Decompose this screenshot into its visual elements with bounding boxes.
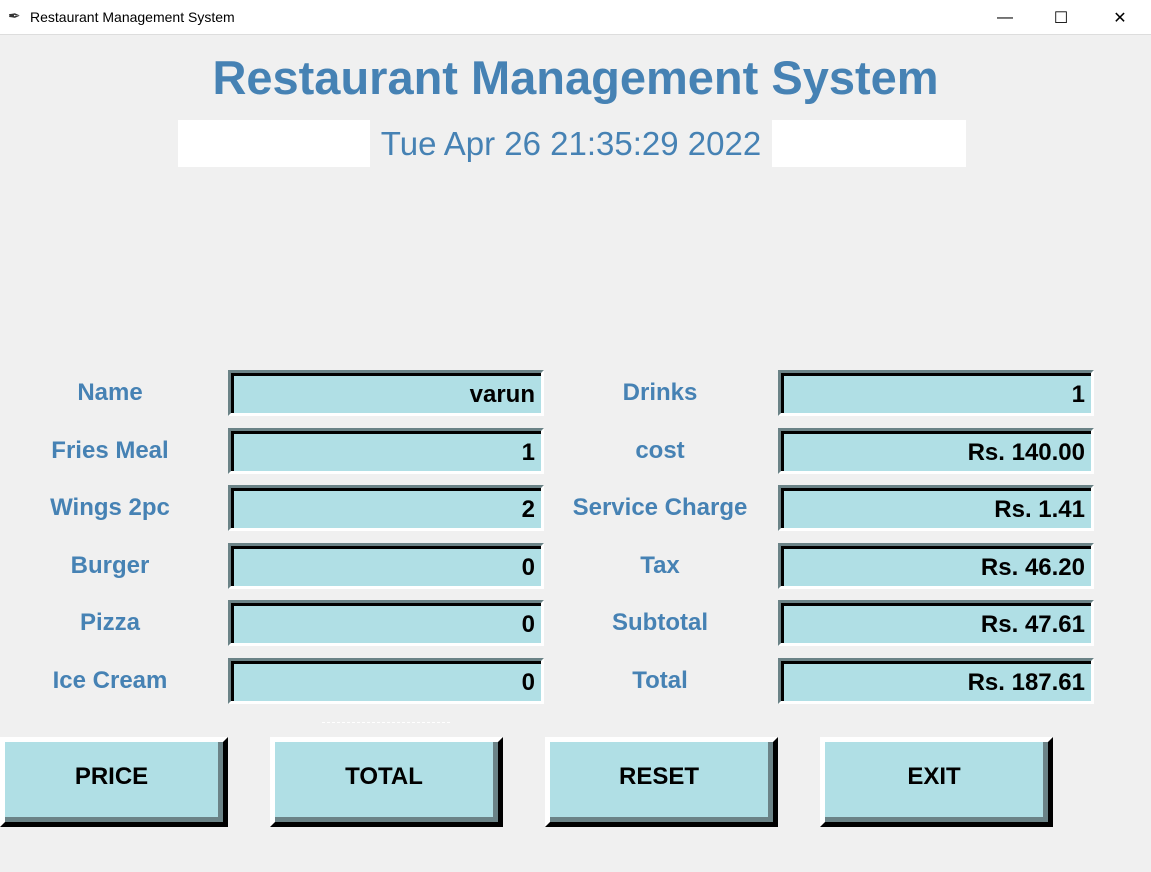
tax-input[interactable]: Rs. 46.20	[778, 543, 1094, 589]
name-label: Name	[77, 379, 143, 406]
total-value: Rs. 187.61	[781, 661, 1091, 701]
subtotal-label: Subtotal	[612, 609, 708, 636]
total-button[interactable]: TOTAL	[270, 737, 503, 827]
datetime-label: Tue Apr 26 21:35:29 2022	[380, 125, 762, 162]
service-charge-value: Rs. 1.41	[781, 488, 1091, 528]
maximize-button[interactable]: ☐	[1038, 0, 1084, 35]
wings-2pc-label: Wings 2pc	[50, 494, 170, 521]
page-title: Restaurant Management System	[212, 51, 939, 104]
close-button[interactable]: ✕	[1097, 0, 1143, 35]
total-label: Total	[632, 667, 688, 694]
title-bar: ✒ Restaurant Management System — ☐ ✕	[0, 0, 1151, 35]
service-charge-input[interactable]: Rs. 1.41	[778, 485, 1094, 531]
wings-2pc-input[interactable]: 2	[228, 485, 544, 531]
burger-value: 0	[231, 546, 541, 586]
fries-meal-label: Fries Meal	[51, 437, 169, 464]
cost-input[interactable]: Rs. 140.00	[778, 428, 1094, 474]
total-input[interactable]: Rs. 187.61	[778, 658, 1094, 704]
tax-value: Rs. 46.20	[781, 546, 1091, 586]
tax-label: Tax	[640, 552, 680, 579]
subtotal-value: Rs. 47.61	[781, 603, 1091, 643]
reset-button-label: RESET	[550, 742, 773, 822]
exit-button-label: EXIT	[825, 742, 1048, 822]
name-input[interactable]: varun	[228, 370, 544, 416]
feather-icon: ✒	[8, 8, 21, 25]
cost-value: Rs. 140.00	[781, 431, 1091, 471]
total-button-label: TOTAL	[275, 742, 498, 822]
minimize-button[interactable]: —	[982, 0, 1028, 35]
pizza-input[interactable]: 0	[228, 600, 544, 646]
pizza-value: 0	[231, 603, 541, 643]
ice-cream-input[interactable]: 0	[228, 658, 544, 704]
reset-button[interactable]: RESET	[545, 737, 778, 827]
exit-button[interactable]: EXIT	[820, 737, 1053, 827]
drinks-label: Drinks	[622, 379, 698, 406]
drinks-value: 1	[781, 373, 1091, 413]
pizza-label: Pizza	[79, 609, 141, 636]
focus-dash	[322, 722, 450, 723]
date-padding-right	[772, 120, 966, 167]
wings-2pc-value: 2	[231, 488, 541, 528]
price-button[interactable]: PRICE	[0, 737, 228, 827]
service-charge-label: Service Charge	[572, 494, 748, 521]
date-padding-left	[178, 120, 370, 167]
subtotal-input[interactable]: Rs. 47.61	[778, 600, 1094, 646]
window-title: Restaurant Management System	[30, 9, 235, 25]
fries-meal-value: 1	[231, 431, 541, 471]
ice-cream-label: Ice Cream	[52, 667, 168, 694]
ice-cream-value: 0	[231, 661, 541, 701]
fries-meal-input[interactable]: 1	[228, 428, 544, 474]
drinks-input[interactable]: 1	[778, 370, 1094, 416]
burger-input[interactable]: 0	[228, 543, 544, 589]
name-value: varun	[231, 373, 541, 413]
burger-label: Burger	[70, 552, 150, 579]
price-button-label: PRICE	[5, 742, 223, 822]
cost-label: cost	[635, 437, 685, 464]
